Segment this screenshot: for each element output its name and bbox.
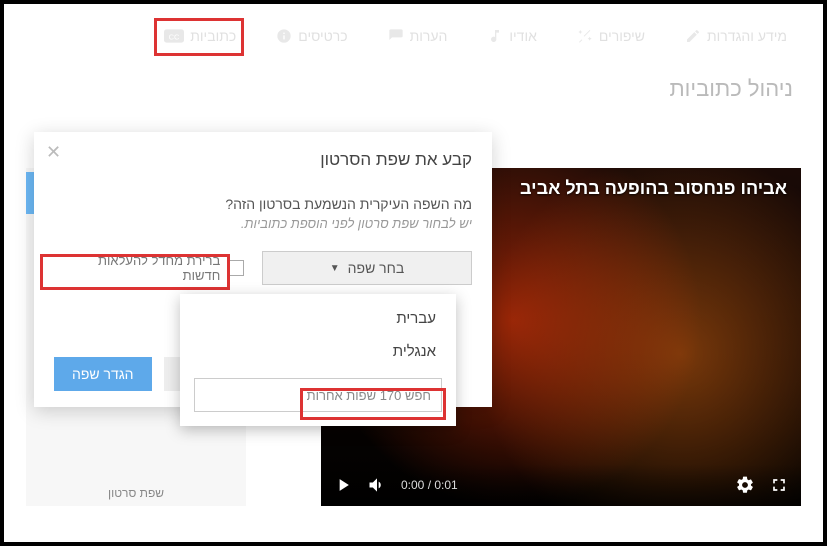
fullscreen-icon[interactable]: [769, 475, 789, 495]
video-title: אביהו פנחסוב בהופעה בתל אביב: [520, 178, 787, 199]
left-panel-label: שפת סרטון: [32, 486, 240, 500]
language-select[interactable]: בחר שפה ▼: [262, 251, 472, 285]
default-upload-checkbox-wrap[interactable]: ברירת מחדל להעלאות חדשות: [54, 249, 250, 287]
select-label: בחר שפה: [348, 260, 405, 276]
modal-title: קבע את שפת הסרטון: [54, 150, 472, 170]
modal-question: מה השפה העיקרית הנשמעת בסרטון הזה?: [54, 196, 472, 212]
set-language-button[interactable]: הגדר שפה: [54, 357, 152, 391]
video-controls: 0:00 / 0:01: [321, 464, 801, 506]
checkbox[interactable]: [228, 260, 244, 276]
chevron-down-icon: ▼: [330, 263, 340, 274]
checkbox-label: ברירת מחדל להעלאות חדשות: [60, 253, 220, 283]
language-option[interactable]: אנגלית: [180, 335, 456, 368]
language-search-input[interactable]: חפש 170 שפות אחרות: [194, 378, 442, 412]
search-placeholder: חפש 170 שפות אחרות: [307, 388, 431, 403]
volume-icon[interactable]: [367, 475, 387, 495]
language-option[interactable]: עברית: [180, 302, 456, 335]
video-time: 0:00 / 0:01: [401, 478, 458, 492]
modal-hint: יש לבחור שפת סרטון לפני הוספת כתוביות.: [54, 216, 472, 231]
language-dropdown: עברית אנגלית חפש 170 שפות אחרות: [180, 294, 456, 426]
play-icon[interactable]: [333, 475, 353, 495]
settings-icon[interactable]: [735, 475, 755, 495]
close-icon[interactable]: ✕: [46, 142, 61, 163]
